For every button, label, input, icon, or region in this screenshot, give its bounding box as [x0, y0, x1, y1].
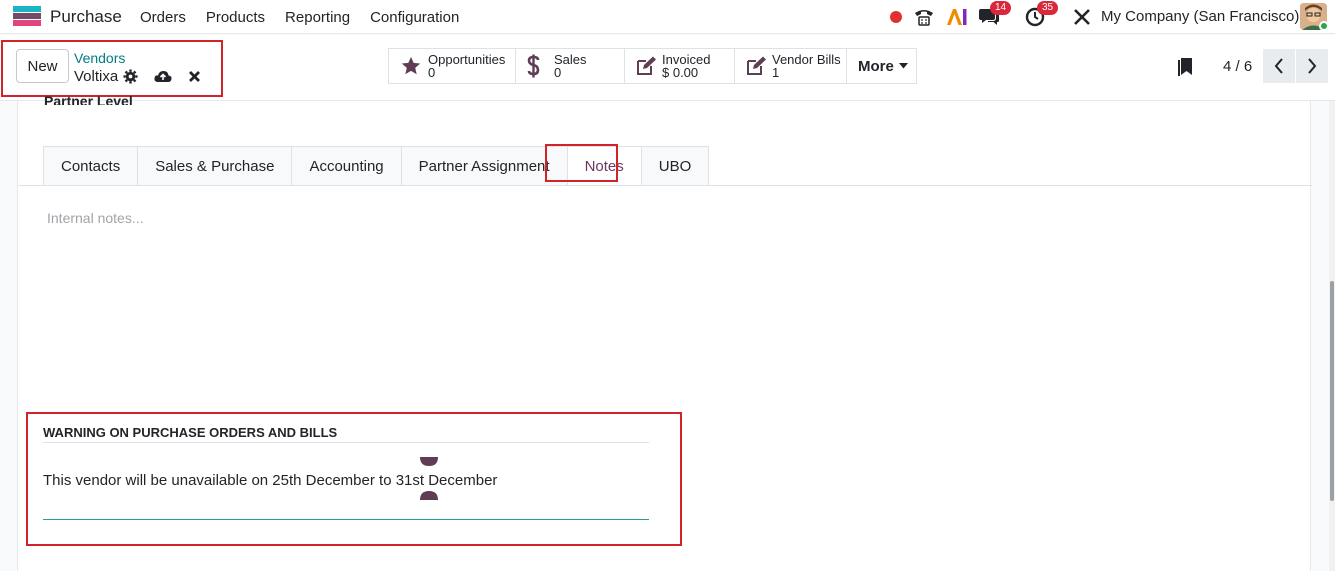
company-switcher[interactable]: My Company (San Francisco) — [1101, 8, 1299, 25]
online-status-dot — [1319, 21, 1329, 31]
internal-notes-field[interactable]: Internal notes... — [47, 210, 144, 226]
highlight-box-notes-tab — [545, 144, 618, 182]
ai-icon[interactable] — [946, 4, 968, 30]
control-panel: New Vendors Voltixa Opportunities 0 Sales… — [0, 35, 1335, 101]
messages-icon[interactable]: 14 — [978, 1, 1018, 30]
star-icon — [401, 56, 421, 75]
messages-badge: 14 — [990, 1, 1012, 15]
smart-button-sales[interactable]: Sales 0 — [515, 48, 625, 84]
dollar-icon — [527, 54, 540, 78]
phone-icon[interactable] — [913, 4, 935, 30]
smart-button-value: $ 0.00 — [662, 65, 699, 80]
pager-previous[interactable] — [1263, 49, 1295, 83]
smart-button-value: 0 — [554, 65, 562, 80]
chevron-left-icon — [1274, 58, 1283, 74]
recording-icon[interactable] — [889, 4, 903, 30]
tab-contacts[interactable]: Contacts — [43, 146, 139, 185]
activities-badge: 35 — [1037, 1, 1059, 15]
menu-configuration[interactable]: Configuration — [370, 9, 459, 26]
cloud-save-icon[interactable] — [154, 69, 172, 84]
warning-separator — [43, 442, 649, 443]
text-selection-handle-bottom-icon[interactable] — [420, 491, 438, 500]
form-sheet: Partner Level Contacts Sales & Purchase … — [17, 93, 1312, 571]
tab-accounting[interactable]: Accounting — [291, 146, 402, 185]
page-scrollbar[interactable] — [1329, 101, 1335, 571]
smart-button-opportunities[interactable]: Opportunities 0 — [388, 48, 516, 84]
warning-section-title: WARNING ON PURCHASE ORDERS AND BILLS — [43, 425, 338, 440]
bookmark-icon[interactable] — [1178, 57, 1193, 77]
tab-ubo[interactable]: UBO — [640, 146, 710, 185]
smart-button-invoiced[interactable]: Invoiced $ 0.00 — [624, 48, 735, 84]
menu-orders[interactable]: Orders — [140, 9, 186, 26]
menu-products[interactable]: Products — [206, 9, 265, 26]
pager-next[interactable] — [1296, 49, 1328, 83]
smart-button-vendor-bills[interactable]: Vendor Bills 1 — [734, 48, 847, 84]
tools-icon[interactable] — [1072, 4, 1092, 30]
activities-icon[interactable]: 35 — [1025, 1, 1065, 30]
new-button[interactable]: New — [16, 49, 69, 83]
purchase-app-icon[interactable] — [13, 6, 41, 26]
breadcrumb-vendors[interactable]: Vendors — [74, 50, 125, 66]
partner-level-label: Partner Level — [44, 93, 133, 105]
breadcrumb-current: Voltixa — [74, 68, 119, 85]
caret-down-icon — [898, 63, 908, 69]
pager-value[interactable]: 4 / 6 — [1223, 58, 1252, 75]
record-actions — [123, 69, 201, 84]
smart-button-label: Opportunities — [428, 52, 506, 67]
text-selection-handle-top-icon[interactable] — [420, 457, 438, 466]
gear-icon[interactable] — [123, 69, 138, 84]
tabs-divider — [18, 185, 1312, 186]
app-name[interactable]: Purchase — [50, 7, 122, 27]
more-dropdown[interactable]: More — [846, 48, 917, 84]
warning-field-underline — [43, 519, 649, 520]
menu-reporting[interactable]: Reporting — [285, 9, 350, 26]
chevron-right-icon — [1308, 58, 1317, 74]
warning-message-field[interactable]: This vendor will be unavailable on 25th … — [43, 472, 497, 489]
tab-partner-assignment[interactable]: Partner Assignment — [400, 146, 568, 185]
tab-sales-purchase[interactable]: Sales & Purchase — [137, 146, 293, 185]
smart-button-value: 0 — [428, 65, 436, 80]
main-menu: Orders Products Reporting Configuration — [140, 9, 479, 26]
more-label: More — [858, 57, 894, 75]
scrollbar-thumb[interactable] — [1330, 281, 1334, 501]
smart-button-label: Vendor Bills — [772, 52, 841, 67]
edit-icon — [637, 56, 656, 75]
edit-icon — [747, 56, 766, 75]
top-navbar: Purchase Orders Products Reporting Confi… — [0, 0, 1335, 34]
smart-button-value: 1 — [772, 65, 780, 80]
discard-icon[interactable] — [188, 70, 201, 83]
